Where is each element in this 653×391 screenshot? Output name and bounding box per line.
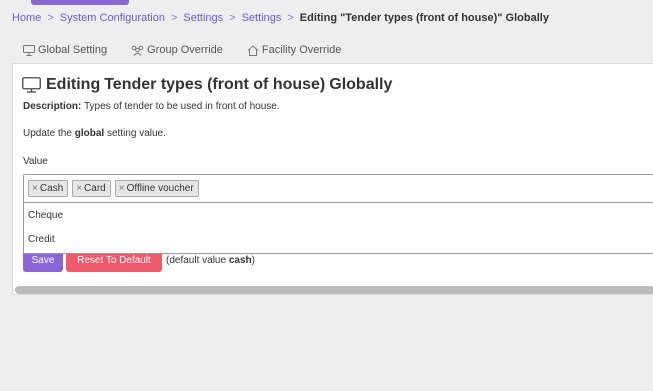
description-label: Description: — [23, 101, 82, 112]
default-note-value: cash — [228, 254, 252, 266]
breadcrumb-current: Editing "Tender types (front of house)" … — [299, 12, 549, 24]
selected-tag-card: × Card — [72, 180, 111, 197]
default-note-pre: (default value — [166, 254, 227, 266]
default-value-note: (default value cash) — [166, 255, 255, 266]
breadcrumb-separator: > — [170, 12, 178, 24]
option-credit[interactable]: Credit — [24, 227, 653, 251]
top-nav-accent — [31, 0, 129, 5]
setting-tabs: Global Setting Group Override Facility O… — [23, 43, 365, 57]
tag-label: Offline voucher — [126, 183, 194, 194]
options-dropdown: Cheque Credit — [23, 203, 653, 254]
value-label: Value — [23, 156, 48, 167]
update-instruction: Update the global setting value. — [23, 128, 166, 139]
group-icon — [131, 45, 144, 56]
horizontal-scrollbar[interactable] — [15, 286, 653, 294]
breadcrumb-settings-2[interactable]: Settings — [242, 12, 282, 24]
option-cheque[interactable]: Cheque — [24, 203, 653, 227]
title-suffix: Globally — [329, 76, 393, 93]
tab-label: Facility Override — [261, 44, 342, 56]
tab-label: Group Override — [147, 44, 223, 56]
tab-facility-override[interactable]: Facility Override — [247, 44, 341, 56]
breadcrumb-separator: > — [287, 12, 294, 24]
breadcrumb-settings[interactable]: Settings — [183, 12, 223, 24]
selected-tag-offline-voucher: × Offline voucher — [114, 180, 199, 197]
tag-label: Card — [84, 183, 106, 194]
tender-types-multiselect[interactable]: × Cash × Card × Offline voucher — [23, 174, 653, 203]
remove-tag-icon[interactable]: × — [119, 183, 125, 194]
title-setting-name: Tender types (front of house) — [104, 76, 326, 93]
remove-tag-icon[interactable]: × — [76, 183, 82, 194]
breadcrumb-separator: > — [47, 12, 54, 24]
instruction-pre: Update the — [23, 128, 72, 139]
home-icon — [247, 44, 259, 56]
tab-label: Global Setting — [38, 44, 108, 56]
breadcrumb-separator: > — [229, 12, 236, 24]
monitor-icon — [22, 77, 41, 93]
title-prefix: Editing — [46, 76, 101, 93]
monitor-icon — [23, 44, 35, 56]
description-text: Types of tender to be used in front of h… — [83, 101, 280, 112]
breadcrumb: Home > System Configuration > Settings >… — [12, 11, 549, 25]
tab-group-override[interactable]: Group Override — [131, 44, 223, 56]
tab-global-setting[interactable]: Global Setting — [23, 44, 107, 56]
instruction-scope: global — [74, 128, 105, 139]
remove-tag-icon[interactable]: × — [32, 183, 38, 194]
default-note-post: ) — [251, 254, 255, 266]
setting-description: Description: Types of tender to be used … — [23, 101, 280, 112]
tag-label: Cash — [39, 183, 64, 194]
breadcrumb-home[interactable]: Home — [12, 12, 41, 24]
page-title: Editing Tender types (front of house) Gl… — [22, 75, 392, 95]
selected-tag-cash: × Cash — [28, 180, 69, 197]
breadcrumb-system-configuration[interactable]: System Configuration — [60, 12, 165, 24]
instruction-post: setting value. — [106, 128, 166, 139]
